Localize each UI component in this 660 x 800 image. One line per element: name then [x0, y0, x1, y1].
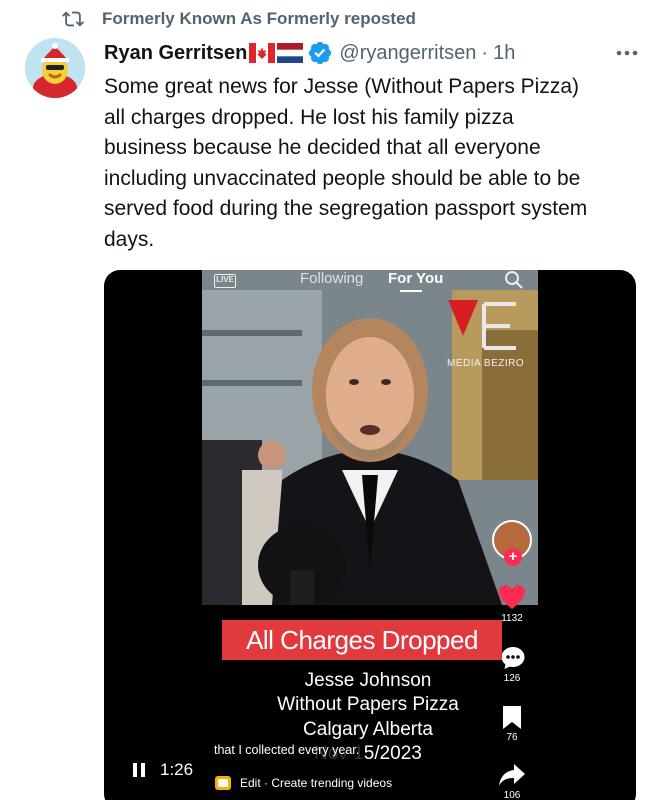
- active-tab-underline: [400, 290, 422, 292]
- tab-for-you[interactable]: For You: [388, 270, 443, 287]
- media-watermark-logo: [448, 300, 530, 360]
- video-top-bar: LIVE Following For You: [202, 270, 538, 292]
- author-name[interactable]: Ryan Gerritsen: [104, 42, 247, 65]
- repost-context[interactable]: Formerly Known As Formerly reposted: [62, 8, 416, 30]
- tweet-text: Some great news for Jesse (Without Paper…: [104, 75, 588, 251]
- avatar[interactable]: [25, 38, 85, 98]
- follow-plus-icon[interactable]: +: [504, 548, 522, 566]
- headline-banner: All Charges Dropped: [222, 620, 502, 660]
- media-watermark-text: MEDIA BEZIRO: [447, 358, 525, 369]
- share-icon[interactable]: [498, 762, 526, 788]
- tweet-timestamp[interactable]: 1h: [493, 42, 515, 65]
- edit-icon: [214, 775, 232, 791]
- verified-badge-icon[interactable]: [307, 40, 333, 66]
- repost-text: Formerly Known As Formerly reposted: [102, 9, 416, 28]
- search-icon[interactable]: [504, 270, 524, 290]
- more-options-icon[interactable]: [614, 44, 640, 62]
- tab-following[interactable]: Following: [300, 270, 363, 287]
- canada-flag-icon: [249, 43, 276, 63]
- caption-business: Without Papers Pizza: [277, 694, 459, 715]
- video-duration: 1:26: [160, 760, 194, 779]
- edit-text: Edit · Create trending videos: [240, 776, 393, 790]
- live-icon[interactable]: LIVE: [214, 274, 236, 288]
- author-handle[interactable]: @ryangerritsen: [339, 42, 476, 65]
- heart-icon[interactable]: [498, 584, 526, 610]
- comment-icon[interactable]: [500, 645, 526, 671]
- shares-count: 106: [503, 790, 521, 800]
- tweet-header: Ryan Gerritsen @ryangerritsen · 1h: [104, 38, 640, 68]
- repost-icon: [62, 8, 84, 30]
- caption-location: Calgary Alberta: [303, 719, 433, 740]
- netherlands-flag-icon: [277, 43, 304, 63]
- edit-trending-bar[interactable]: Edit · Create trending videos: [214, 773, 392, 793]
- video-subtitle: that I collected every year.: [210, 740, 364, 760]
- bookmark-icon[interactable]: [501, 704, 523, 730]
- caption-name: Jesse Johnson: [304, 670, 432, 691]
- pause-icon[interactable]: [132, 762, 146, 778]
- separator-dot: ·: [481, 41, 489, 64]
- video-player[interactable]: LIVE Following For You MEDIA BEZIRO + 11…: [104, 270, 636, 800]
